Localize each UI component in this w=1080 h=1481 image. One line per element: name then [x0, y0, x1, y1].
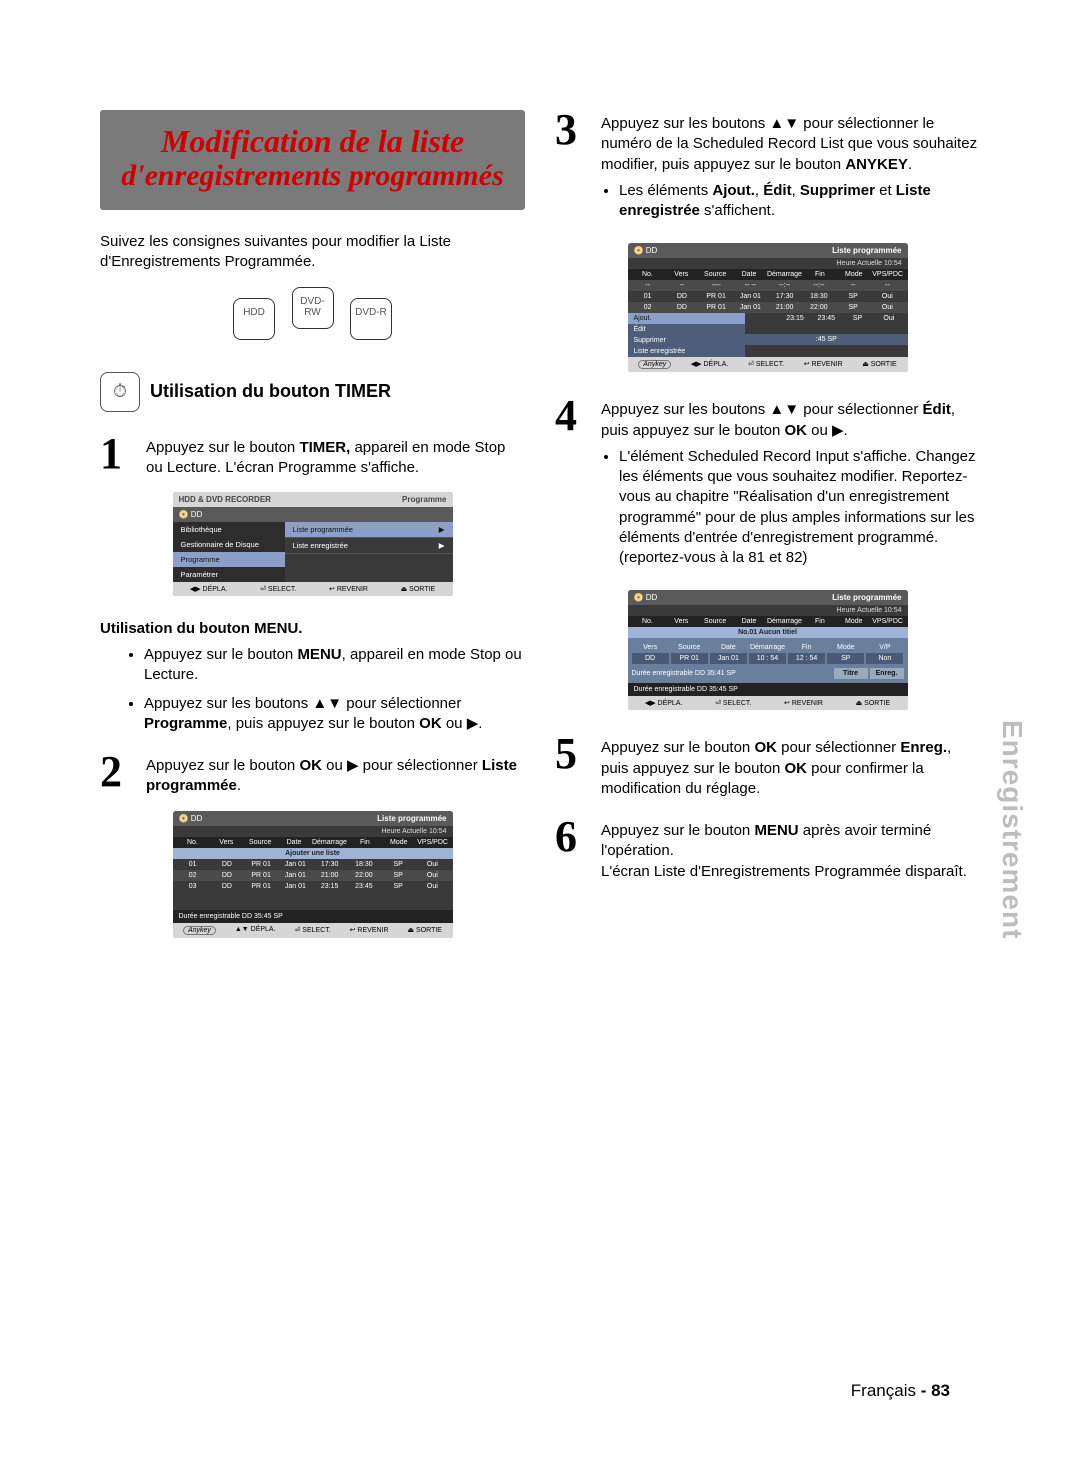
table-header: No.VersSourceDateDémarrageFinModeVPS/PDC [173, 837, 453, 848]
menu-bullets: Appuyez sur le bouton MENU, appareil en … [100, 645, 525, 734]
add-list-row: Ajouter une liste [173, 848, 453, 859]
step-5-text: Appuyez sur le bouton OK pour sélectionn… [601, 734, 980, 799]
step-2: 2 Appuyez sur le bouton OK ou ▶ pour sél… [100, 752, 525, 797]
intro-text: Suivez les consignes suivantes pour modi… [100, 232, 525, 273]
ctx-edit: Édit [628, 324, 746, 335]
ctx-supprimer: Supprimer [628, 335, 746, 346]
step-4: 4 Appuyez sur les boutons ▲▼ pour sélect… [555, 396, 980, 576]
osd-programme-menu: HDD & DVD RECORDERProgramme 📀 DD Bibliot… [173, 492, 453, 596]
dvd-r-icon: DVD-R [350, 298, 392, 340]
step-1-text: Appuyez sur le bouton TIMER, appareil en… [146, 434, 525, 479]
osd-edit-entry: 📀 DDListe programmée Heure Actuelle 10:5… [628, 590, 908, 710]
step-2-num: 2 [100, 752, 136, 797]
titre-button: Titre [834, 668, 868, 679]
page-footer: Français - 83 [851, 1381, 950, 1401]
step-5-num: 5 [555, 734, 591, 799]
left-column: Modification de la liste d'enregistremen… [100, 110, 525, 962]
section-tab: Enregistrement [996, 720, 1028, 939]
step-3-text: Appuyez sur les boutons ▲▼ pour sélectio… [601, 110, 980, 229]
step-6-text: Appuyez sur le bouton MENU après avoir t… [601, 817, 980, 882]
step-3: 3 Appuyez sur les boutons ▲▼ pour sélect… [555, 110, 980, 229]
ctx-liste-enreg: Liste enregistrée [628, 346, 746, 357]
dvd-rw-icon: DVD-RW [292, 287, 334, 329]
menu-bullet-2: Appuyez sur les boutons ▲▼ pour sélectio… [144, 694, 525, 735]
menu-bullet-1: Appuyez sur le bouton MENU, appareil en … [144, 645, 525, 686]
title-line-2: d'enregistrements programmés [118, 159, 507, 192]
disc-icons: HDD DVD-RW DVD-R [100, 287, 525, 340]
menu-liste-programmee: Liste programmée▶ [285, 522, 453, 538]
osd-liste-programmee: 📀 DDListe programmée Heure Actuelle 10:5… [173, 811, 453, 938]
step-4-text: Appuyez sur les boutons ▲▼ pour sélectio… [601, 396, 980, 576]
menu-programme: Programme [173, 552, 285, 567]
step-5: 5 Appuyez sur le bouton OK pour sélectio… [555, 734, 980, 799]
table-row: 03DDPR 01Jan 0123:1523:45SPOui [173, 881, 453, 892]
step-2-text: Appuyez sur le bouton OK ou ▶ pour sélec… [146, 752, 525, 797]
menu-gestionnaire: Gestionnaire de Disque [173, 537, 285, 552]
enreg-button: Enreg. [870, 668, 904, 679]
step-6: 6 Appuyez sur le bouton MENU après avoir… [555, 817, 980, 882]
table-row: 01DDPR 01Jan 0117:3018:30SPOui [173, 859, 453, 870]
menu-liste-enregistree: Liste enregistrée▶ [285, 538, 453, 554]
page-title: Modification de la liste d'enregistremen… [100, 110, 525, 210]
ctx-ajout: Ajout. [628, 313, 746, 324]
anykey-icon: Anykey [638, 360, 671, 369]
step-3-num: 3 [555, 110, 591, 229]
menu-parametrer: Paramétrer [173, 567, 285, 582]
title-line-1: Modification de la liste [118, 124, 507, 159]
step-1-num: 1 [100, 434, 136, 479]
hdd-icon: HDD [233, 298, 275, 340]
menu-bibliotheque: Bibliothèque [173, 522, 285, 537]
step-6-num: 6 [555, 817, 591, 882]
osd-anykey-menu: 📀 DDListe programmée Heure Actuelle 10:5… [628, 243, 908, 372]
section-title: Utilisation du bouton TIMER [150, 381, 391, 402]
table-row: 02DDPR 01Jan 0121:0022:00SPOui [173, 870, 453, 881]
right-column: 3 Appuyez sur les boutons ▲▼ pour sélect… [555, 110, 980, 962]
timer-icon: ⏱ [100, 372, 140, 412]
step-4-num: 4 [555, 396, 591, 576]
step-1: 1 Appuyez sur le bouton TIMER, appareil … [100, 434, 525, 479]
menu-subhead: Utilisation du bouton MENU. [100, 620, 525, 637]
anykey-icon: Anykey [183, 926, 216, 935]
